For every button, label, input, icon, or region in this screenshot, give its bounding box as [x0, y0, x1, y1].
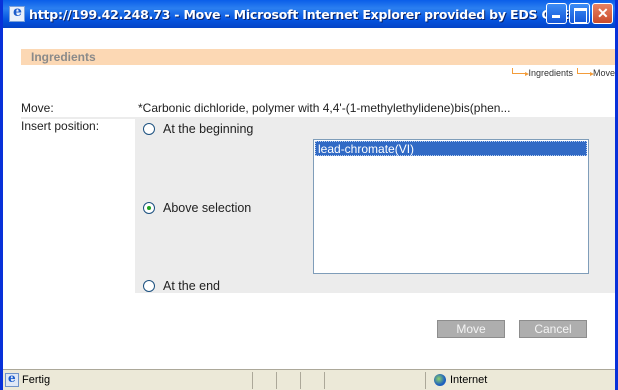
browser-window: http://199.42.248.73 - Move - Microsoft … — [0, 0, 618, 390]
window-controls — [546, 3, 613, 24]
breadcrumb-link-ingredients[interactable]: Ingredients — [528, 68, 573, 78]
cancel-button[interactable]: Cancel — [519, 320, 587, 338]
status-segment — [276, 371, 300, 389]
breadcrumb-arrow-icon — [512, 68, 530, 76]
radio-at-end[interactable]: At the end — [143, 279, 220, 293]
maximize-button[interactable] — [569, 3, 590, 24]
security-zone[interactable]: Internet — [425, 371, 615, 389]
breadcrumb-item-move: Move — [576, 68, 615, 78]
title-bar[interactable]: http://199.42.248.73 - Move - Microsoft … — [3, 0, 615, 28]
page-icon — [5, 371, 19, 387]
status-bar: Fertig Internet — [3, 369, 615, 390]
move-label: Move: — [21, 101, 54, 115]
breadcrumb-item-ingredients[interactable]: Ingredients — [512, 68, 573, 78]
breadcrumb: Ingredients Move — [512, 68, 615, 78]
radio-above-selection[interactable]: Above selection — [143, 201, 251, 215]
radio-at-beginning[interactable]: At the beginning — [143, 122, 253, 136]
status-text: Fertig — [22, 374, 51, 386]
action-buttons: Move Cancel — [437, 320, 587, 338]
ingredient-listbox[interactable]: lead-chromate(VI) — [313, 139, 589, 274]
minimize-button[interactable] — [546, 3, 567, 24]
radio-button[interactable] — [143, 123, 155, 135]
move-button[interactable]: Move — [437, 320, 505, 338]
list-item[interactable]: lead-chromate(VI) — [315, 141, 587, 156]
move-value: *Carbonic dichloride, polymer with 4,4'-… — [138, 101, 511, 115]
radio-label: At the beginning — [163, 122, 254, 136]
status-segment — [252, 371, 276, 389]
breadcrumb-current: Move — [592, 68, 615, 78]
radio-button-checked[interactable] — [143, 202, 155, 214]
radio-button[interactable] — [143, 280, 155, 292]
window-title: http://199.42.248.73 - Move - Microsoft … — [29, 6, 570, 22]
status-segment — [300, 371, 324, 389]
zone-label: Internet — [450, 374, 488, 386]
status-segment — [324, 371, 348, 389]
breadcrumb-arrow-icon — [576, 68, 594, 76]
close-button[interactable] — [592, 3, 613, 24]
ie-icon — [9, 4, 25, 22]
globe-icon — [434, 374, 446, 386]
insert-position-panel: Insert position: At the beginning Above … — [21, 117, 615, 293]
page-content: Ingredients Ingredients Move Move: *Carb… — [3, 28, 615, 369]
insert-position-label: Insert position: — [21, 119, 100, 133]
section-header: Ingredients — [21, 49, 615, 65]
radio-label: Above selection — [163, 201, 252, 215]
radio-label: At the end — [163, 279, 220, 293]
insert-position-label-cell: Insert position: — [21, 119, 135, 293]
section-title: Ingredients — [31, 50, 96, 64]
